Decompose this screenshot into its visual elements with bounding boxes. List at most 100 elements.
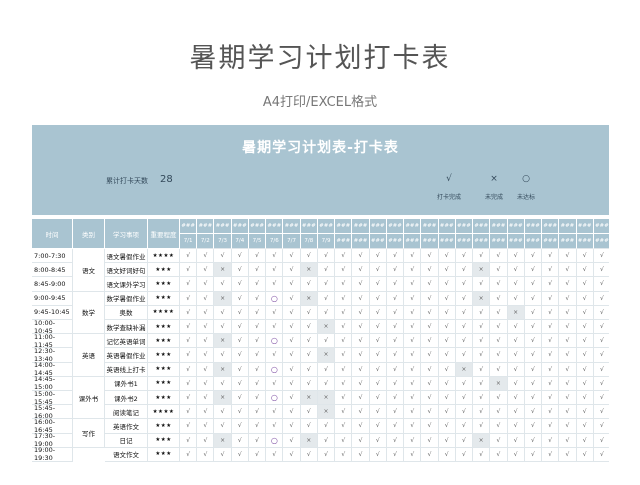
cross-icon[interactable]: × <box>214 433 232 448</box>
check-icon[interactable]: √ <box>352 348 370 363</box>
check-icon[interactable]: √ <box>455 348 474 363</box>
check-icon[interactable]: √ <box>455 334 474 349</box>
check-icon[interactable]: √ <box>180 376 198 391</box>
check-icon[interactable]: √ <box>335 419 353 434</box>
check-icon[interactable]: √ <box>559 376 577 391</box>
check-icon[interactable]: √ <box>180 305 198 320</box>
check-icon[interactable]: √ <box>317 376 336 391</box>
check-icon[interactable]: √ <box>438 405 456 420</box>
check-icon[interactable]: √ <box>455 391 474 406</box>
check-icon[interactable]: √ <box>386 447 405 462</box>
check-icon[interactable]: √ <box>524 376 543 391</box>
check-icon[interactable]: √ <box>283 291 301 306</box>
check-icon[interactable]: √ <box>524 433 543 448</box>
check-icon[interactable]: √ <box>593 363 609 377</box>
check-icon[interactable]: √ <box>283 419 301 434</box>
check-icon[interactable]: √ <box>455 277 474 292</box>
check-icon[interactable]: √ <box>593 277 609 292</box>
check-icon[interactable]: √ <box>490 320 508 335</box>
check-icon[interactable]: √ <box>335 305 353 320</box>
check-icon[interactable]: √ <box>317 249 336 264</box>
cross-icon[interactable]: × <box>317 348 336 363</box>
check-icon[interactable]: √ <box>438 362 456 377</box>
cross-icon[interactable]: × <box>300 391 318 406</box>
check-icon[interactable]: √ <box>197 433 215 448</box>
check-icon[interactable]: √ <box>283 391 301 406</box>
check-icon[interactable]: √ <box>507 433 525 448</box>
check-icon[interactable]: √ <box>438 320 456 335</box>
check-icon[interactable]: √ <box>386 291 405 306</box>
check-icon[interactable]: √ <box>214 405 232 420</box>
check-icon[interactable]: √ <box>248 277 267 292</box>
check-icon[interactable]: √ <box>386 433 405 448</box>
check-icon[interactable]: √ <box>369 391 387 406</box>
cross-icon[interactable]: × <box>317 405 336 420</box>
check-icon[interactable]: √ <box>421 391 439 406</box>
cross-icon[interactable]: × <box>490 376 508 391</box>
check-icon[interactable]: √ <box>404 277 422 292</box>
check-icon[interactable]: √ <box>300 348 318 363</box>
check-icon[interactable]: √ <box>404 320 422 335</box>
check-icon[interactable]: √ <box>317 291 336 306</box>
check-icon[interactable]: √ <box>542 391 560 406</box>
check-icon[interactable]: √ <box>352 362 370 377</box>
check-icon[interactable]: √ <box>214 320 232 335</box>
check-icon[interactable]: √ <box>576 249 594 264</box>
check-icon[interactable]: √ <box>283 447 301 462</box>
cross-icon[interactable]: × <box>214 391 232 406</box>
check-icon[interactable]: √ <box>524 249 543 264</box>
check-icon[interactable]: √ <box>266 447 284 462</box>
check-icon[interactable]: √ <box>404 405 422 420</box>
check-icon[interactable]: √ <box>438 291 456 306</box>
check-icon[interactable]: √ <box>524 348 543 363</box>
check-icon[interactable]: √ <box>352 277 370 292</box>
check-icon[interactable]: √ <box>386 320 405 335</box>
check-icon[interactable]: √ <box>490 419 508 434</box>
check-icon[interactable]: √ <box>266 320 284 335</box>
check-icon[interactable]: √ <box>524 277 543 292</box>
check-icon[interactable]: √ <box>473 419 491 434</box>
check-icon[interactable]: √ <box>455 249 474 264</box>
check-icon[interactable]: √ <box>317 334 336 349</box>
check-icon[interactable]: √ <box>369 433 387 448</box>
check-icon[interactable]: √ <box>317 433 336 448</box>
check-icon[interactable]: √ <box>455 433 474 448</box>
check-icon[interactable]: √ <box>438 447 456 462</box>
check-icon[interactable]: √ <box>507 291 525 306</box>
check-icon[interactable]: √ <box>576 291 594 306</box>
check-icon[interactable]: √ <box>300 305 318 320</box>
check-icon[interactable]: √ <box>352 447 370 462</box>
check-icon[interactable]: √ <box>473 277 491 292</box>
check-icon[interactable]: √ <box>421 419 439 434</box>
check-icon[interactable]: √ <box>248 249 267 264</box>
check-icon[interactable]: √ <box>593 292 609 306</box>
check-icon[interactable]: √ <box>559 447 577 462</box>
cross-icon[interactable]: × <box>507 305 525 320</box>
check-icon[interactable]: √ <box>438 334 456 349</box>
check-icon[interactable]: √ <box>231 348 249 363</box>
check-icon[interactable]: √ <box>335 249 353 264</box>
check-icon[interactable]: √ <box>507 334 525 349</box>
check-icon[interactable]: √ <box>352 249 370 264</box>
check-icon[interactable]: √ <box>386 391 405 406</box>
circle-icon[interactable]: ○ <box>266 433 284 448</box>
check-icon[interactable]: √ <box>559 320 577 335</box>
check-icon[interactable]: √ <box>335 447 353 462</box>
cross-icon[interactable]: × <box>214 263 232 278</box>
check-icon[interactable]: √ <box>283 249 301 264</box>
check-icon[interactable]: √ <box>300 249 318 264</box>
check-icon[interactable]: √ <box>593 348 609 363</box>
check-icon[interactable]: √ <box>507 419 525 434</box>
check-icon[interactable]: √ <box>559 405 577 420</box>
check-icon[interactable]: √ <box>352 433 370 448</box>
check-icon[interactable]: √ <box>352 305 370 320</box>
check-icon[interactable]: √ <box>317 305 336 320</box>
check-icon[interactable]: √ <box>248 334 267 349</box>
check-icon[interactable]: √ <box>455 263 474 278</box>
check-icon[interactable]: √ <box>369 249 387 264</box>
check-icon[interactable]: √ <box>438 419 456 434</box>
check-icon[interactable]: √ <box>283 277 301 292</box>
check-icon[interactable]: √ <box>266 405 284 420</box>
check-icon[interactable]: √ <box>248 305 267 320</box>
check-icon[interactable]: √ <box>248 419 267 434</box>
